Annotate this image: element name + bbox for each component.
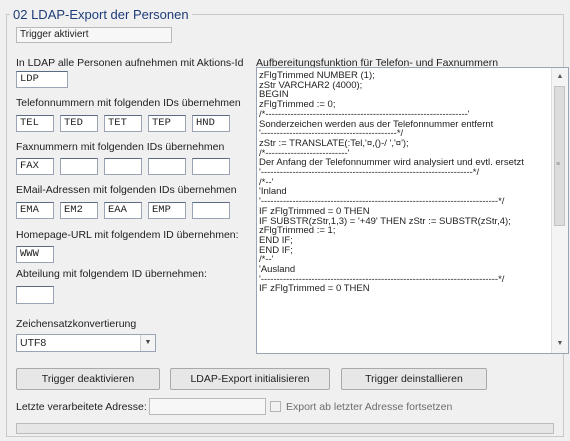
label-charset: Zeichensatzkonvertierung: [16, 318, 137, 330]
label-phone-ids: Telefonnummern mit folgenden IDs überneh…: [16, 97, 241, 109]
label-continue-export: Export ab letzter Adresse fortsetzen: [286, 401, 453, 413]
code-line: zFlgTrimmed := 1;: [259, 225, 336, 237]
last-address-field: [149, 398, 266, 415]
code-line: END IF;: [259, 244, 293, 256]
code-content: zFlgTrimmed NUMBER (1); zStr VARCHAR2 (40…: [259, 71, 550, 294]
charset-select[interactable]: UTF8 ▼: [16, 334, 156, 352]
group-title: 02 LDAP-Export der Personen: [10, 7, 192, 22]
phone-id-input-3[interactable]: TET: [104, 115, 142, 132]
code-line: IF zFlgTrimmed = 0 THEN: [259, 283, 370, 295]
email-id-input-3[interactable]: EAA: [104, 202, 142, 219]
fax-id-input-3[interactable]: [104, 158, 142, 175]
phone-id-input-1[interactable]: TEL: [16, 115, 54, 132]
fax-id-input-2[interactable]: [60, 158, 98, 175]
continue-export-checkbox[interactable]: [270, 401, 281, 412]
action-id-input[interactable]: LDP: [16, 71, 68, 88]
label-email-ids: EMail-Adressen mit folgenden IDs überneh…: [16, 184, 237, 196]
label-ldap-all: In LDAP alle Personen aufnehmen mit Akti…: [16, 57, 244, 69]
charset-select-value: UTF8: [20, 337, 47, 349]
trigger-status: Trigger aktiviert: [16, 27, 172, 43]
code-line: /*--': [259, 254, 274, 266]
label-homepage-id: Homepage-URL mit folgendem ID übernehmen…: [16, 229, 239, 241]
email-id-input-1[interactable]: EMA: [16, 202, 54, 219]
trigger-deactivate-button[interactable]: Trigger deaktivieren: [16, 368, 160, 390]
code-line: zStr VARCHAR2 (4000);: [259, 79, 363, 91]
phone-id-input-4[interactable]: TEP: [148, 115, 186, 132]
export-progress-bar: [16, 423, 554, 434]
chevron-down-icon[interactable]: ▼: [140, 335, 155, 351]
scroll-grip-icon: ≡: [556, 161, 561, 168]
fax-id-input-4[interactable]: [148, 158, 186, 175]
format-function-textarea[interactable]: zFlgTrimmed NUMBER (1); zStr VARCHAR2 (40…: [256, 67, 569, 354]
code-line: '---------------------------------------…: [259, 167, 480, 179]
label-last-address: Letzte verarbeitete Adresse:: [16, 401, 147, 413]
fax-id-input-1[interactable]: FAX: [16, 158, 54, 175]
department-id-input[interactable]: [16, 286, 54, 304]
email-id-input-2[interactable]: EM2: [60, 202, 98, 219]
code-line: /*--': [259, 176, 274, 188]
scroll-down-icon[interactable]: ▼: [552, 337, 568, 351]
ldap-export-init-button[interactable]: LDAP-Export initialisieren: [170, 368, 330, 390]
email-id-input-5[interactable]: [192, 202, 230, 219]
trigger-uninstall-button[interactable]: Trigger deinstallieren: [341, 368, 487, 390]
label-department-id: Abteilung mit folgendem ID übernehmen:: [16, 268, 207, 280]
code-line: END IF;: [259, 234, 293, 246]
phone-id-input-2[interactable]: TED: [60, 115, 98, 132]
label-fax-ids: Faxnummern mit folgenden IDs übernehmen: [16, 141, 225, 153]
scrollbar-thumb[interactable]: [554, 86, 565, 226]
fax-id-input-5[interactable]: [192, 158, 230, 175]
scroll-up-icon[interactable]: ▲: [552, 70, 568, 84]
email-id-input-4[interactable]: EMP: [148, 202, 186, 219]
homepage-id-input[interactable]: WWW: [16, 246, 54, 263]
phone-id-input-5[interactable]: HND: [192, 115, 230, 132]
textarea-scrollbar[interactable]: ▲ ≡ ▼: [551, 68, 568, 353]
